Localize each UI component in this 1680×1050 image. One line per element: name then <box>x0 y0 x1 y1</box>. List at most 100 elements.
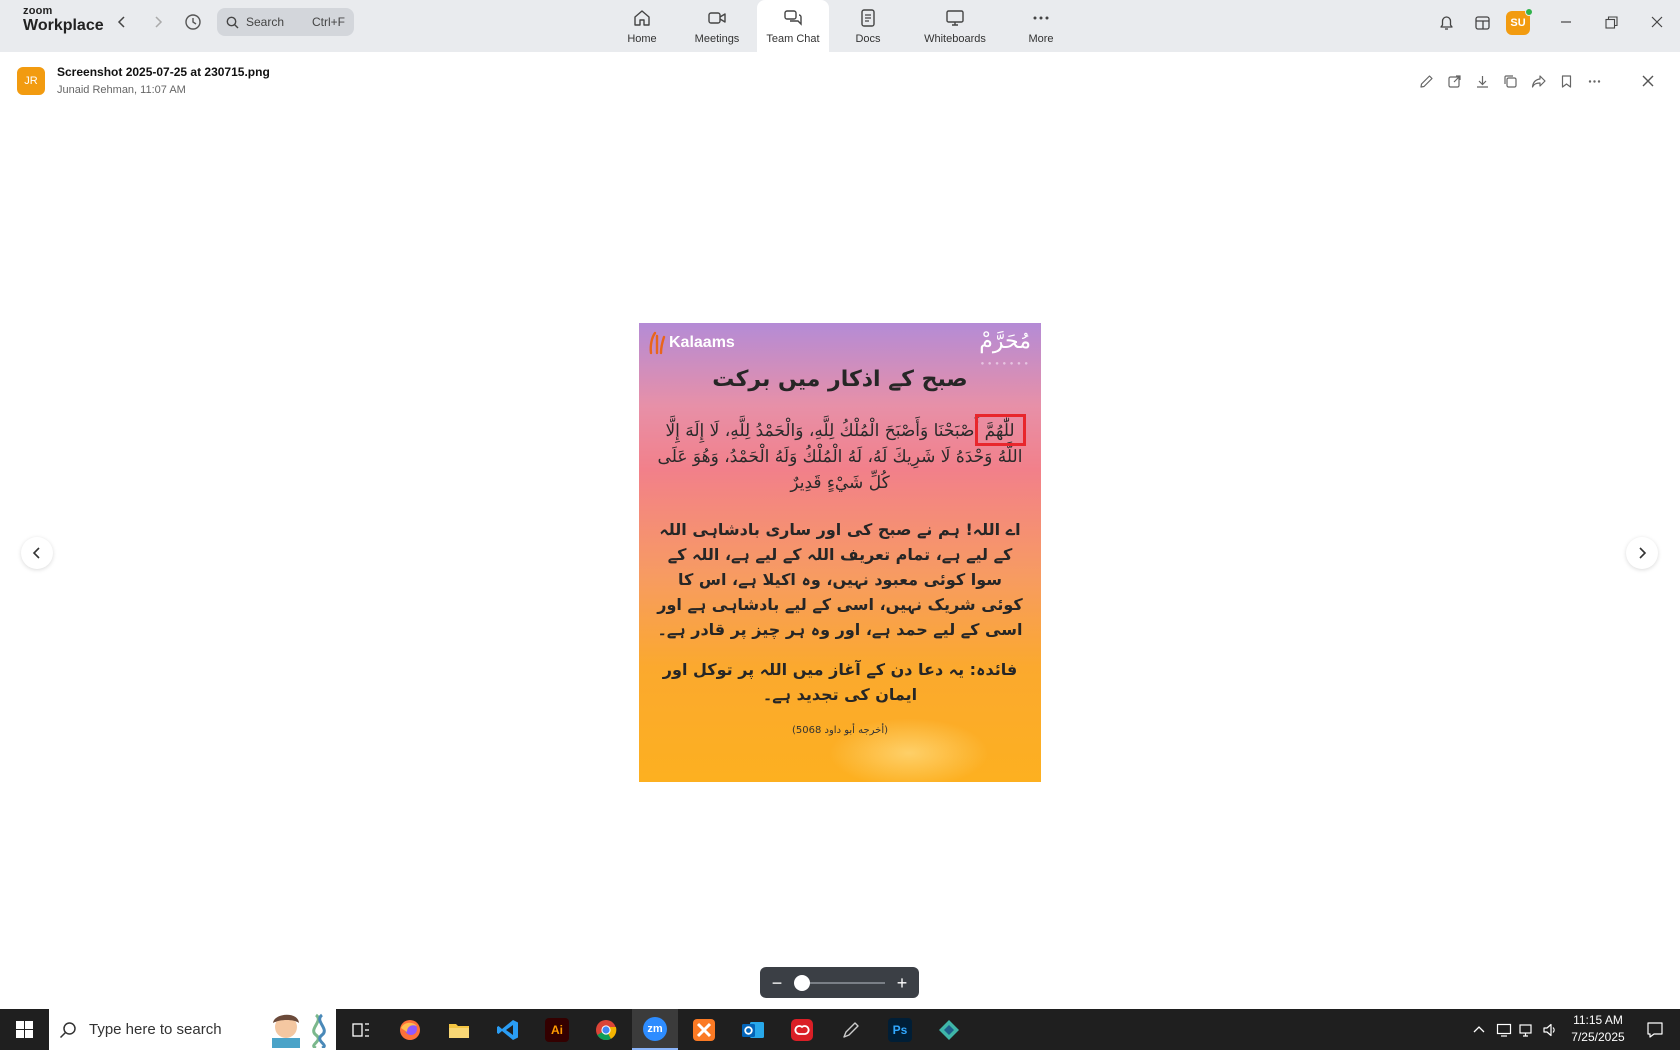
open-external-icon[interactable] <box>1445 72 1463 90</box>
document-icon <box>861 9 875 27</box>
logo-big-text: Workplace <box>23 17 104 34</box>
windows-taskbar: Type here to search Ai zm Ps 11:15 AM 7/… <box>0 1009 1680 1050</box>
back-arrow-icon[interactable] <box>112 12 132 32</box>
tab-more[interactable]: More <box>1020 0 1062 52</box>
tab-team-chat-label: Team Chat <box>766 33 820 45</box>
close-window-icon[interactable] <box>1647 12 1667 32</box>
zoom-out-button[interactable]: − <box>770 974 784 992</box>
taskbar-xampp[interactable] <box>681 1009 727 1050</box>
tab-meetings[interactable]: Meetings <box>686 0 748 52</box>
whiteboard-icon <box>946 10 964 26</box>
sender-avatar: JR <box>17 67 45 95</box>
tab-home[interactable]: Home <box>616 0 668 52</box>
taskbar-pen-tool[interactable] <box>828 1009 874 1050</box>
chevron-right-icon <box>1639 547 1647 559</box>
tab-whiteboards-label: Whiteboards <box>924 33 986 45</box>
taskbar-file-explorer[interactable] <box>436 1009 482 1050</box>
zoom-slider[interactable] <box>794 974 885 991</box>
kalaams-logo-icon <box>649 331 666 355</box>
taskbar-creative-cloud[interactable] <box>779 1009 825 1050</box>
taskbar-task-view[interactable] <box>338 1009 384 1050</box>
tray-network[interactable] <box>1517 1009 1537 1050</box>
chevron-left-icon <box>32 547 40 559</box>
forward-arrow-icon[interactable] <box>148 12 168 32</box>
more-dots-icon <box>1033 16 1049 20</box>
network-icon <box>1519 1023 1532 1037</box>
search-shortcut: Ctrl+F <box>312 15 345 29</box>
search-box[interactable]: Search Ctrl+F <box>217 8 354 36</box>
zoom-workplace-logo: zoom Workplace <box>23 6 104 34</box>
chevron-up-icon <box>1473 1025 1485 1032</box>
start-button[interactable] <box>0 1009 48 1050</box>
photoshop-icon: Ps <box>888 1017 912 1042</box>
zoom-control: − + <box>760 967 919 998</box>
notification-speech-icon <box>1647 1021 1663 1038</box>
more-options-icon[interactable] <box>1585 72 1603 90</box>
monitor-app-icon <box>1496 1023 1512 1037</box>
minimize-icon[interactable] <box>1556 12 1576 32</box>
poster-hadith-reference: (أخرجه أبو داود 5068) <box>791 725 889 736</box>
illustrator-icon: Ai <box>545 1017 569 1042</box>
taskbar-search-box[interactable]: Type here to search <box>49 1009 336 1050</box>
search-icon <box>226 16 239 28</box>
tray-volume[interactable] <box>1540 1009 1560 1050</box>
download-icon[interactable] <box>1473 72 1491 90</box>
user-avatar[interactable]: SU <box>1506 8 1533 35</box>
taskbar-illustrator[interactable]: Ai <box>534 1009 580 1050</box>
clock-time: 11:15 AM <box>1573 1013 1623 1027</box>
close-viewer-icon[interactable] <box>1639 72 1657 90</box>
copy-image-icon[interactable] <box>1501 72 1519 90</box>
clock-date: 7/25/2025 <box>1571 1030 1625 1044</box>
tab-home-label: Home <box>627 33 657 45</box>
history-clock-icon[interactable] <box>182 11 204 33</box>
next-image-button[interactable] <box>1626 537 1658 569</box>
taskbar-search-placeholder: Type here to search <box>89 1021 222 1038</box>
taskbar-zoom[interactable]: zm <box>632 1009 678 1050</box>
chrome-icon <box>596 1019 617 1040</box>
speaker-icon <box>1543 1023 1555 1036</box>
tab-team-chat[interactable]: Team Chat <box>757 0 829 52</box>
task-view-icon <box>352 1022 369 1037</box>
poster-benefit-text: فائدہ: یہ دعا دن کے آغاز میں اللہ پر توک… <box>662 660 1018 704</box>
chat-bubbles-icon <box>784 10 802 26</box>
creative-cloud-icon <box>791 1018 813 1041</box>
diamond-app-icon <box>939 1019 959 1040</box>
taskbar-app-diamond[interactable] <box>926 1009 972 1050</box>
pen-tool-icon <box>843 1021 859 1038</box>
zoom-in-button[interactable]: + <box>895 974 909 992</box>
poster-urdu-translation: اے اللہ! ہم نے صبح کی اور ساری بادشاہی ا… <box>657 520 1023 639</box>
poster-red-highlight-box <box>975 414 1026 446</box>
taskbar-outlook[interactable] <box>730 1009 776 1050</box>
tray-app-icon[interactable] <box>1494 1009 1514 1050</box>
tab-more-label: More <box>1028 33 1054 45</box>
tab-whiteboards[interactable]: Whiteboards <box>915 0 995 52</box>
taskbar-firefox[interactable] <box>387 1009 433 1050</box>
notification-center-button[interactable] <box>1638 1009 1672 1050</box>
bookmark-icon[interactable] <box>1557 72 1575 90</box>
tab-meetings-label: Meetings <box>694 33 740 45</box>
poster-title: صبح کے اذکار میں برکت <box>712 367 968 392</box>
tab-docs[interactable]: Docs <box>848 0 888 52</box>
taskbar-chrome[interactable] <box>583 1009 629 1050</box>
edit-pencil-icon[interactable] <box>1417 72 1435 90</box>
vscode-icon <box>497 1019 518 1040</box>
zoom-app-icon: zm <box>643 1016 667 1041</box>
restore-window-icon[interactable] <box>1601 12 1621 32</box>
search-icon <box>59 1021 76 1038</box>
user-avatar-initials: SU <box>1510 17 1526 29</box>
taskbar-clock[interactable]: 11:15 AM 7/25/2025 <box>1560 1012 1636 1046</box>
zoom-slider-handle[interactable] <box>794 974 810 991</box>
taskbar-vscode[interactable] <box>485 1009 531 1050</box>
share-forward-icon[interactable] <box>1529 72 1547 90</box>
notification-bell-icon[interactable] <box>1436 12 1456 32</box>
firefox-icon <box>400 1019 420 1040</box>
poster-corner-calligraphy: مُحَرَّمْ <box>979 329 1031 354</box>
previous-image-button[interactable] <box>21 537 53 569</box>
home-icon <box>634 10 650 26</box>
taskbar-photoshop[interactable]: Ps <box>877 1009 923 1050</box>
tray-overflow-chevron[interactable] <box>1469 1009 1489 1050</box>
poster-brand-name: Kalaams <box>669 334 735 351</box>
search-placeholder: Search <box>246 15 285 29</box>
calendar-panel-icon[interactable] <box>1472 12 1492 32</box>
folder-icon <box>449 1023 469 1038</box>
